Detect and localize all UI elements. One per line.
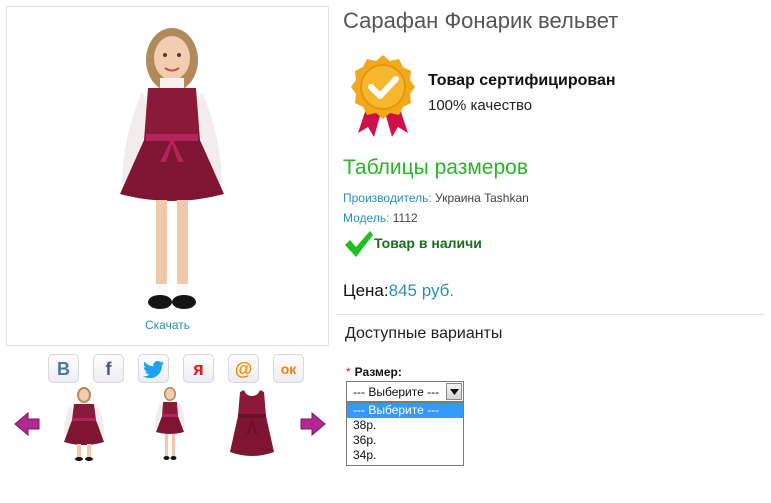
mailru-share-button[interactable]: @ — [228, 354, 259, 383]
size-select-value: --- Выберите --- — [353, 385, 440, 399]
model-row: Модель: 1112 — [343, 211, 418, 225]
checkmark-icon — [345, 231, 373, 257]
product-title: Сарафан Фонарик вельвет — [343, 8, 619, 33]
size-tables-link[interactable]: Таблицы размеров — [343, 156, 528, 180]
size-label-text: Размер: — [354, 365, 402, 379]
price-label: Цена: — [343, 281, 389, 300]
divider — [337, 314, 764, 315]
thumbnail-3[interactable] — [226, 386, 278, 462]
product-main-image[interactable]: Скачать — [6, 6, 329, 346]
thumbnail-carousel — [10, 386, 330, 462]
size-option[interactable]: 38р. — [347, 418, 463, 433]
model-label: Модель: — [343, 211, 390, 225]
facebook-share-button[interactable]: f — [93, 354, 124, 383]
size-label: * Размер: — [346, 365, 402, 379]
arrow-left-icon[interactable] — [14, 412, 40, 436]
certificate-badge-icon — [351, 55, 415, 137]
thumbnail-1[interactable] — [58, 386, 110, 462]
download-link[interactable]: Скачать — [7, 318, 328, 332]
options-title: Доступные варианты — [345, 325, 503, 342]
model-value: 1112 — [392, 211, 418, 225]
thumbnail-2[interactable] — [144, 386, 196, 462]
size-select[interactable]: --- Выберите --- — [346, 381, 464, 402]
arrow-right-icon[interactable] — [300, 412, 326, 436]
price-value: 845 руб. — [388, 281, 455, 300]
certificate-title: Товар сертифицирован — [428, 72, 616, 89]
vk-icon: В — [57, 358, 70, 379]
mailru-icon: @ — [234, 358, 253, 379]
vk-share-button[interactable]: В — [48, 354, 79, 383]
size-option[interactable]: 36р. — [347, 433, 463, 448]
odnoklassniki-share-button[interactable]: ок — [273, 354, 304, 383]
price: Цена:845 руб. — [343, 281, 454, 301]
yaru-icon: я — [193, 358, 204, 379]
stock-status-text: Товар в наличи — [374, 235, 482, 251]
size-option[interactable]: --- Выберите --- — [347, 403, 463, 418]
facebook-icon: f — [105, 358, 112, 379]
size-option[interactable]: 34р. — [347, 448, 463, 463]
dropdown-button[interactable] — [446, 383, 462, 400]
size-dropdown-list: --- Выберите --- 38р. 36р. 34р. — [346, 402, 464, 466]
required-mark: * — [346, 365, 351, 379]
certificate-subtitle: 100% качество — [428, 97, 533, 114]
twitter-share-button[interactable] — [138, 354, 169, 383]
odnoklassniki-icon: ок — [280, 360, 297, 377]
twitter-icon — [142, 360, 164, 378]
yaru-share-button[interactable]: я — [183, 354, 214, 383]
chevron-down-icon — [450, 389, 459, 395]
manufacturer-row: Производитель: Украина Tashkan — [343, 191, 529, 205]
manufacturer-value: Украина Tashkan — [435, 191, 529, 205]
girl-in-dress-image — [120, 28, 224, 309]
manufacturer-label[interactable]: Производитель: — [343, 191, 432, 205]
